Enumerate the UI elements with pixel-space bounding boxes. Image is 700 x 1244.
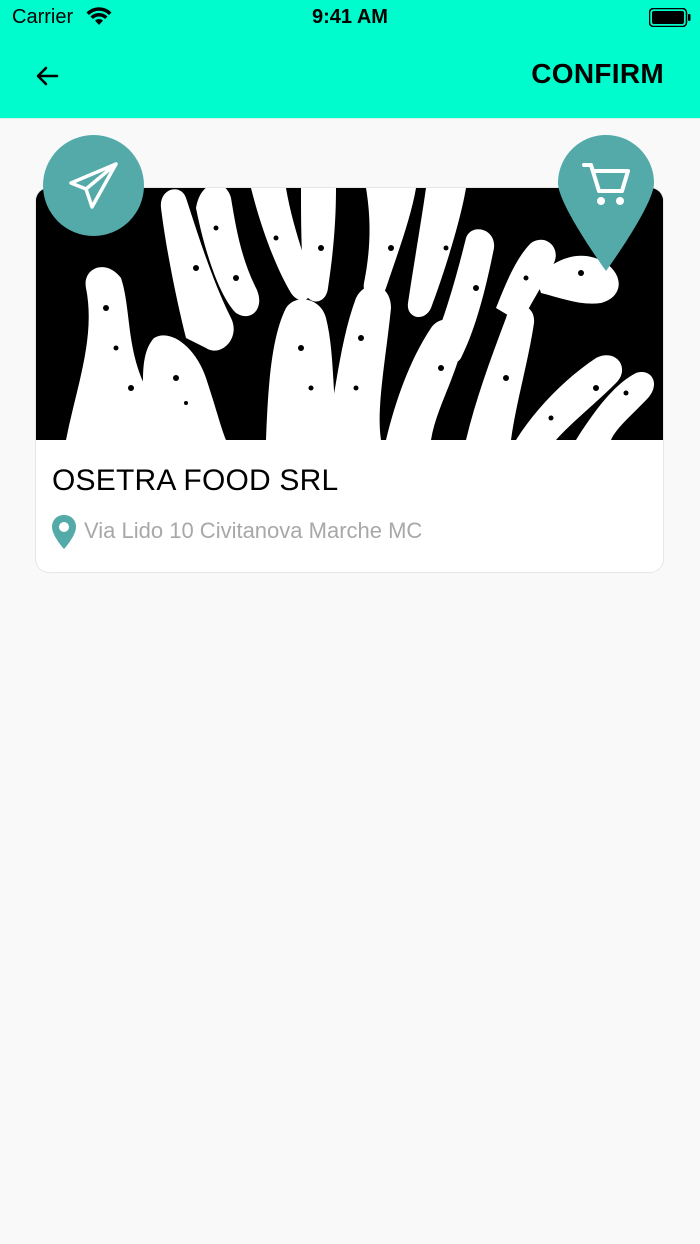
location-pin-icon <box>52 515 76 549</box>
store-name: OSETRA FOOD SRL <box>52 464 339 497</box>
navigation-header: Carrier 9:41 AM CONFIRM <box>0 0 700 119</box>
back-button[interactable] <box>32 60 62 92</box>
store-address: Via Lido 10 Civitanova Marche MC <box>84 518 423 543</box>
send-button[interactable] <box>43 135 144 236</box>
battery-icon <box>649 8 691 27</box>
status-bar: Carrier 9:41 AM <box>0 0 700 36</box>
back-arrow-icon <box>36 66 59 86</box>
clock: 9:41 AM <box>312 6 388 28</box>
cart-button[interactable] <box>558 135 654 271</box>
paper-plane-icon <box>68 161 118 209</box>
confirm-button[interactable]: CONFIRM <box>531 58 664 90</box>
